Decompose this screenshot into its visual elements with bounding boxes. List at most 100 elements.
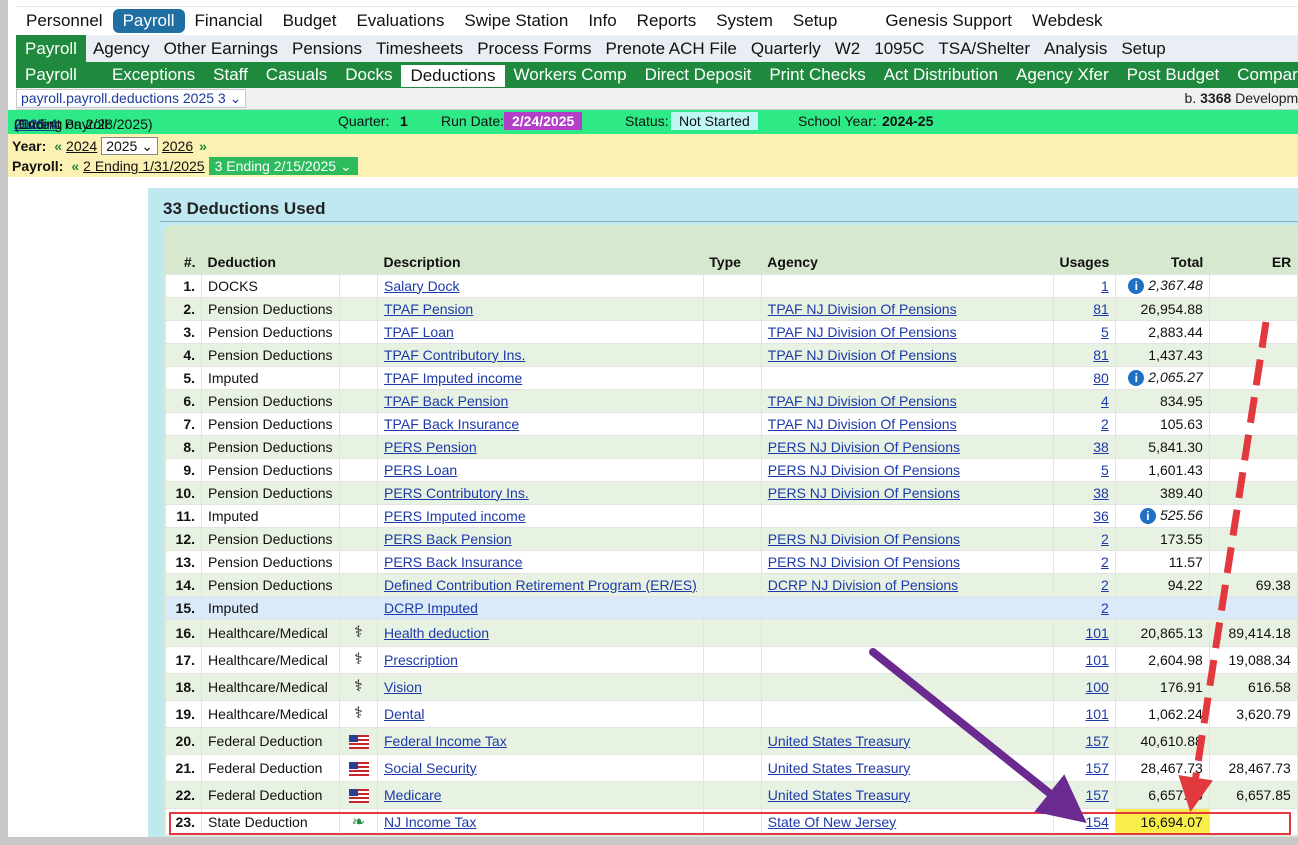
usages-link[interactable]: 38 xyxy=(1093,485,1109,501)
agency-link[interactable]: PERS NJ Division Of Pensions xyxy=(768,439,960,455)
description-link[interactable]: Salary Dock xyxy=(384,278,459,294)
description-link[interactable]: PERS Loan xyxy=(384,462,457,478)
nav-budget[interactable]: Budget xyxy=(273,9,347,33)
agency-link[interactable]: DCRP NJ Division of Pensions xyxy=(768,577,958,593)
table-row[interactable]: 11. Imputed PERS Imputed income 36 i 525.56 xyxy=(165,503,1298,528)
usages-link[interactable]: 81 xyxy=(1093,347,1109,363)
tab-direct-deposit[interactable]: Direct Deposit xyxy=(636,62,761,88)
agency-link[interactable]: PERS NJ Division Of Pensions xyxy=(768,485,960,501)
agency-link[interactable]: PERS NJ Division Of Pensions xyxy=(768,462,960,478)
description-link[interactable]: DCRP Imputed xyxy=(384,600,478,616)
usages-link[interactable]: 81 xyxy=(1093,301,1109,317)
description-link[interactable]: PERS Imputed income xyxy=(384,508,526,524)
table-row[interactable]: 15. Imputed DCRP Imputed 2 xyxy=(165,595,1298,620)
agency-link[interactable]: United States Treasury xyxy=(768,733,910,749)
table-row[interactable]: 16. Healthcare/Medical ⚕ Health deduction 10… xyxy=(165,618,1298,647)
table-row[interactable]: 7. Pension Deductions TPAF Back Insurance T… xyxy=(165,411,1298,436)
nav-reports[interactable]: Reports xyxy=(627,9,707,33)
tab-print-checks[interactable]: Print Checks xyxy=(760,62,874,88)
usages-link[interactable]: 2 xyxy=(1101,600,1109,616)
table-row[interactable]: 6. Pension Deductions TPAF Back Pension TPA… xyxy=(165,388,1298,413)
subnav-pensions[interactable]: Pensions xyxy=(285,35,369,62)
table-row[interactable]: 8. Pension Deductions PERS Pension PERS NJ … xyxy=(165,434,1298,459)
agency-link[interactable]: TPAF NJ Division Of Pensions xyxy=(768,393,957,409)
table-row[interactable]: 14. Pension Deductions Defined Contributio… xyxy=(165,572,1298,597)
info-icon[interactable]: i xyxy=(1128,370,1145,387)
usages-link[interactable]: 2 xyxy=(1101,531,1109,547)
tab-act-distribution[interactable]: Act Distribution xyxy=(875,62,1007,88)
subnav-timesheets[interactable]: Timesheets xyxy=(369,35,470,62)
usages-link[interactable]: 2 xyxy=(1101,577,1109,593)
tab-docks[interactable]: Docks xyxy=(336,62,401,88)
nav-info[interactable]: Info xyxy=(578,9,626,33)
usages-link[interactable]: 5 xyxy=(1101,324,1109,340)
agency-link[interactable]: PERS NJ Division Of Pensions xyxy=(768,531,960,547)
description-link[interactable]: PERS Pension xyxy=(384,439,477,455)
table-row[interactable]: 10. Pension Deductions PERS Contributory I… xyxy=(165,480,1298,505)
description-link[interactable]: TPAF Loan xyxy=(384,324,454,340)
usages-link[interactable]: 38 xyxy=(1093,439,1109,455)
description-link[interactable]: Dental xyxy=(384,706,424,722)
usages-link[interactable]: 157 xyxy=(1085,733,1108,749)
agency-link[interactable]: United States Treasury xyxy=(768,787,910,803)
description-link[interactable]: Defined Contribution Retirement Program … xyxy=(384,577,697,593)
subnav-payroll[interactable]: Payroll xyxy=(16,35,86,62)
description-link[interactable]: TPAF Imputed income xyxy=(384,370,522,386)
usages-link[interactable]: 100 xyxy=(1085,679,1108,695)
info-icon[interactable]: i xyxy=(1128,278,1145,295)
tab-exceptions[interactable]: Exceptions xyxy=(103,62,204,88)
tab-post-budget[interactable]: Post Budget xyxy=(1118,62,1229,88)
description-link[interactable]: Social Security xyxy=(384,760,477,776)
agency-link[interactable]: TPAF NJ Division Of Pensions xyxy=(768,416,957,432)
nav-system[interactable]: System xyxy=(706,9,783,33)
nav-setup[interactable]: Setup xyxy=(783,9,847,33)
tab-agency-xfer[interactable]: Agency Xfer xyxy=(1007,62,1118,88)
subnav-other-earnings[interactable]: Other Earnings xyxy=(157,35,285,62)
table-row[interactable]: 2. Pension Deductions TPAF Pension TPAF NJ … xyxy=(165,296,1298,321)
screen-selector[interactable]: payroll.payroll.deductions 2025 3 ⌄ xyxy=(16,89,247,108)
nav-personnel[interactable]: Personnel xyxy=(16,9,113,33)
usages-link[interactable]: 36 xyxy=(1093,508,1109,524)
info-icon[interactable]: i xyxy=(1139,508,1156,525)
table-row[interactable]: 21. Federal Deduction Social Security Unite… xyxy=(165,753,1298,782)
table-row[interactable]: 12. Pension Deductions PERS Back Pension PE… xyxy=(165,526,1298,551)
chevrons-left-icon[interactable]: « xyxy=(71,158,79,174)
agency-link[interactable]: TPAF NJ Division Of Pensions xyxy=(768,347,957,363)
subnav-1095c[interactable]: 1095C xyxy=(867,35,931,62)
tab-staff[interactable]: Staff xyxy=(204,62,257,88)
usages-link[interactable]: 1 xyxy=(1101,278,1109,294)
payroll-prev-link[interactable]: 2 Ending 1/31/2025 xyxy=(83,158,204,174)
description-link[interactable]: Federal Income Tax xyxy=(384,733,507,749)
subnav-prenote-ach-file[interactable]: Prenote ACH File xyxy=(598,35,743,62)
year-select[interactable]: 2025 ⌄ xyxy=(101,137,158,155)
tab-deductions[interactable]: Deductions xyxy=(401,65,505,87)
nav-genesis-support[interactable]: Genesis Support xyxy=(875,9,1022,33)
subnav-process-forms[interactable]: Process Forms xyxy=(470,35,598,62)
description-link[interactable]: Prescription xyxy=(384,652,458,668)
tab-workers-comp[interactable]: Workers Comp xyxy=(505,62,636,88)
usages-link[interactable]: 4 xyxy=(1101,393,1109,409)
usages-link[interactable]: 5 xyxy=(1101,462,1109,478)
tab-casuals[interactable]: Casuals xyxy=(257,62,336,88)
description-link[interactable]: Vision xyxy=(384,679,422,695)
description-link[interactable]: TPAF Back Insurance xyxy=(384,416,519,432)
nav-financial[interactable]: Financial xyxy=(185,9,273,33)
nav-webdesk[interactable]: Webdesk xyxy=(1022,9,1113,33)
description-link[interactable]: PERS Contributory Ins. xyxy=(384,485,529,501)
description-link[interactable]: TPAF Back Pension xyxy=(384,393,508,409)
tab-compare[interactable]: Compare xyxy=(1228,62,1298,88)
usages-link[interactable]: 157 xyxy=(1085,787,1108,803)
table-row[interactable]: 9. Pension Deductions PERS Loan PERS NJ Div… xyxy=(165,457,1298,482)
chevrons-right-icon[interactable]: » xyxy=(199,138,207,154)
subnav-analysis[interactable]: Analysis xyxy=(1037,35,1114,62)
table-row[interactable]: 1. DOCKS Salary Dock 1 i 2,367.48 xyxy=(165,273,1298,298)
usages-link[interactable]: 2 xyxy=(1101,416,1109,432)
description-link[interactable]: PERS Back Pension xyxy=(384,531,512,547)
agency-link[interactable]: TPAF NJ Division Of Pensions xyxy=(768,324,957,340)
usages-link[interactable]: 80 xyxy=(1093,370,1109,386)
usages-link[interactable]: 101 xyxy=(1085,652,1108,668)
subnav-agency[interactable]: Agency xyxy=(86,35,157,62)
subnav-w2[interactable]: W2 xyxy=(828,35,868,62)
description-link[interactable]: PERS Back Insurance xyxy=(384,554,523,570)
usages-link[interactable]: 157 xyxy=(1085,760,1108,776)
